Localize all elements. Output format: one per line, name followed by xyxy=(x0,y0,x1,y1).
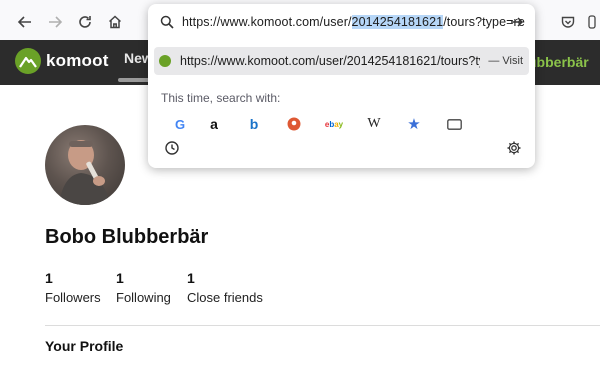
url-text: https://www.komoot.com/user/201425418162… xyxy=(182,15,525,29)
home-button[interactable] xyxy=(104,11,126,33)
suggestion-visit-label: — Visit xyxy=(488,55,523,67)
url-selected-text: 2014254181621 xyxy=(351,15,444,29)
reload-button[interactable] xyxy=(74,11,96,33)
followers-label: Followers xyxy=(45,290,101,305)
komoot-logo[interactable]: komoot xyxy=(15,48,109,74)
search-icon xyxy=(160,15,174,29)
duckduckgo-icon[interactable] xyxy=(282,114,306,134)
search-engine-list: G a b ebay W ★ xyxy=(160,114,462,134)
url-prefix: https://www.komoot.com/user/ xyxy=(182,15,352,29)
close-friends-count: 1 xyxy=(187,270,195,286)
search-with-label: This time, search with: xyxy=(161,91,281,105)
nav-active-indicator xyxy=(118,78,152,82)
following-label: Following xyxy=(116,290,171,305)
url-input[interactable]: https://www.komoot.com/user/201425418162… xyxy=(148,4,535,40)
gear-icon[interactable] xyxy=(506,140,522,156)
avatar-photo xyxy=(59,140,111,205)
close-friends-stat[interactable]: 1 Close friends xyxy=(187,270,263,305)
avatar xyxy=(45,125,125,205)
wikipedia-icon[interactable]: W xyxy=(362,114,386,134)
brand-name: komoot xyxy=(46,51,109,70)
following-stat[interactable]: 1 Following xyxy=(116,270,171,305)
komoot-mountain-icon xyxy=(15,48,41,74)
forward-arrow-icon xyxy=(49,16,63,28)
amazon-icon[interactable]: a xyxy=(202,114,226,134)
history-icon[interactable] xyxy=(164,140,180,156)
followers-count: 1 xyxy=(45,270,53,286)
back-arrow-icon xyxy=(17,16,31,28)
bing-icon[interactable]: b xyxy=(242,114,266,134)
back-button[interactable] xyxy=(14,11,36,33)
extensions-icon[interactable] xyxy=(586,14,598,30)
go-arrow-icon[interactable] xyxy=(510,15,524,29)
header-user-name[interactable]: ubberbär xyxy=(528,54,589,70)
komoot-favicon-icon xyxy=(159,55,171,67)
followers-stat[interactable]: 1 Followers xyxy=(45,270,101,305)
pocket-icon[interactable] xyxy=(560,14,576,30)
profile-name: Bobo Blubberbär xyxy=(45,226,209,248)
your-profile-heading: Your Profile xyxy=(45,338,124,354)
forward-button[interactable] xyxy=(44,11,66,33)
url-suggestion-row[interactable]: https://www.komoot.com/user/201425418162… xyxy=(154,47,529,75)
reload-icon xyxy=(79,16,91,28)
google-icon[interactable]: G xyxy=(168,114,192,134)
bookmarks-star-icon[interactable]: ★ xyxy=(402,114,426,134)
close-friends-label: Close friends xyxy=(187,290,263,305)
url-dropdown-panel: https://www.komoot.com/user/201425418162… xyxy=(148,4,535,168)
following-count: 1 xyxy=(116,270,124,286)
suggestion-url-main: https://www.komoot.com/user/201425418162… xyxy=(180,54,480,68)
suggestion-url: https://www.komoot.com/user/201425418162… xyxy=(180,54,480,68)
ebay-icon[interactable]: ebay xyxy=(322,114,346,134)
home-icon xyxy=(108,15,122,29)
section-divider xyxy=(45,325,600,326)
tabs-icon[interactable] xyxy=(442,114,466,134)
